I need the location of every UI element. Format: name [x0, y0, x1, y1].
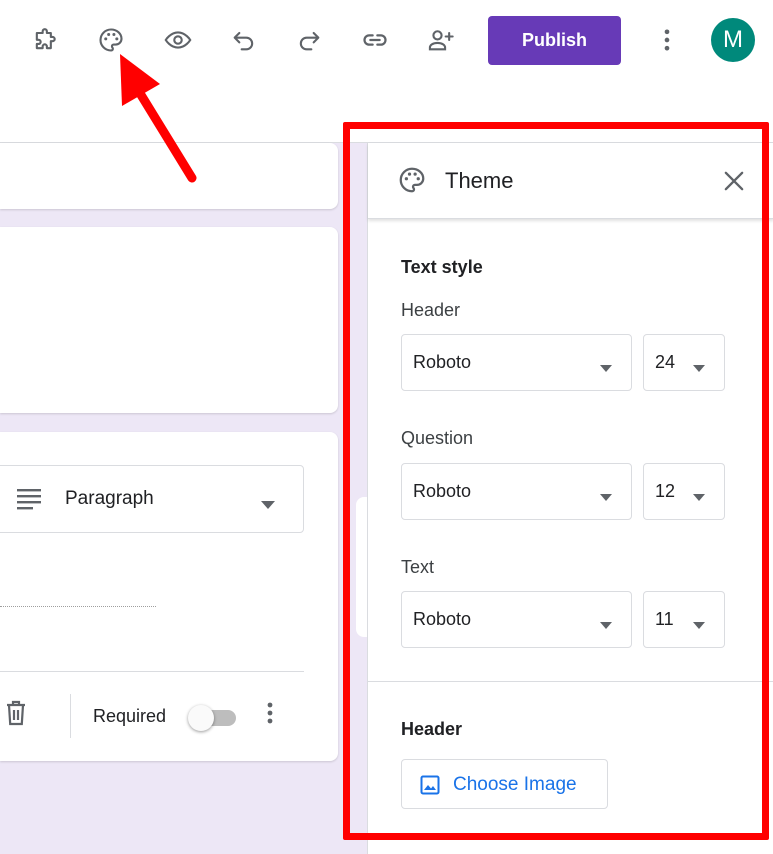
footer-vertical-divider	[70, 694, 71, 738]
more-options-icon[interactable]	[647, 20, 687, 60]
undo-icon[interactable]	[224, 20, 264, 60]
form-card-question[interactable]	[0, 227, 338, 413]
link-icon[interactable]	[355, 20, 395, 60]
paragraph-lines-icon	[17, 488, 43, 515]
toggle-knob	[188, 705, 214, 731]
chevron-down-icon	[261, 496, 275, 514]
answer-placeholder-line	[0, 606, 156, 607]
question-more-icon[interactable]	[262, 700, 278, 733]
annotation-highlight-box	[343, 122, 769, 840]
redo-icon[interactable]	[289, 20, 329, 60]
addons-puzzle-icon[interactable]	[25, 20, 65, 60]
required-label: Required	[93, 706, 167, 726]
question-type-label: Paragraph	[65, 488, 154, 509]
required-toggle[interactable]	[188, 705, 238, 731]
question-type-select[interactable]: Paragraph	[0, 465, 304, 533]
publish-button[interactable]: Publish	[488, 16, 621, 65]
annotation-arrow-icon	[120, 54, 197, 183]
card-footer-divider	[0, 671, 304, 672]
delete-trash-icon[interactable]	[4, 699, 28, 732]
add-collaborator-icon[interactable]	[421, 20, 461, 60]
account-avatar[interactable]: M	[711, 18, 755, 62]
form-card-active-question[interactable]: Paragraph Required	[0, 432, 338, 761]
